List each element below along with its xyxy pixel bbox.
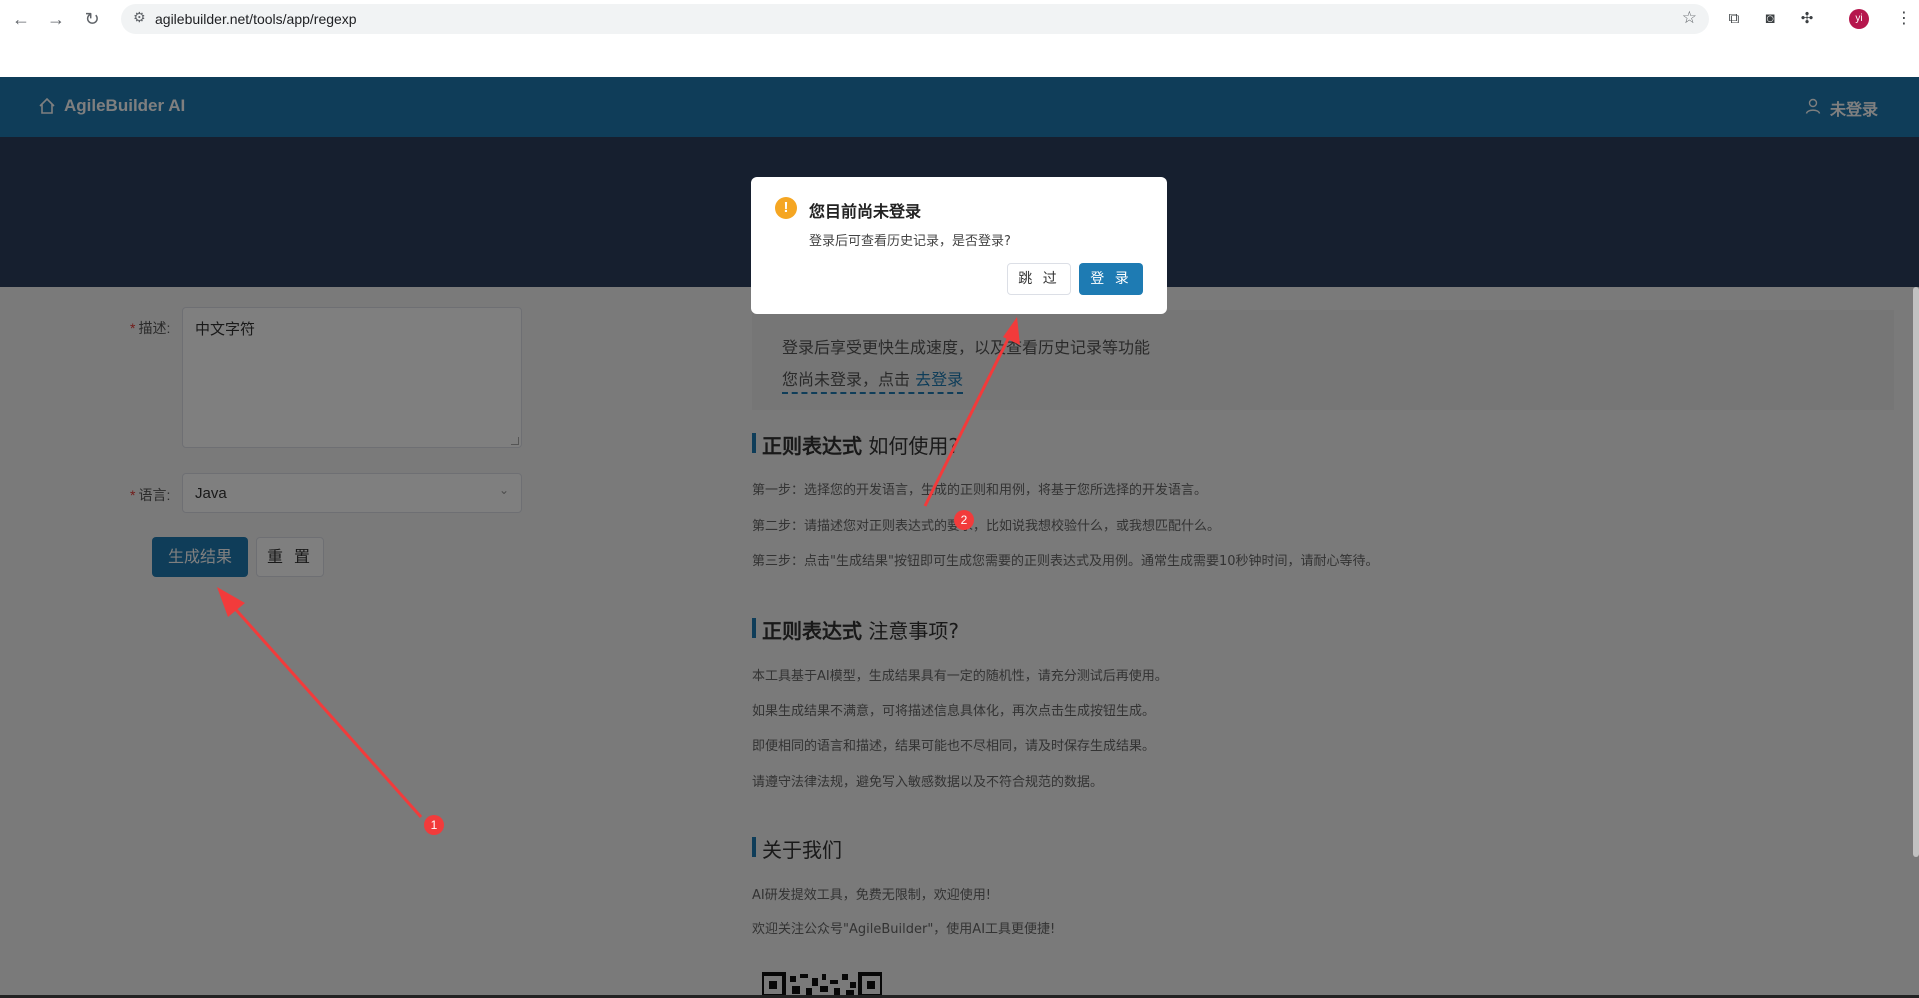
tab-search-icon[interactable]: ⧉ <box>1724 9 1744 29</box>
bookmark-star-icon[interactable]: ☆ <box>1682 8 1697 28</box>
page-top-spacer <box>0 38 1919 77</box>
login-button[interactable]: 登 录 <box>1079 263 1143 295</box>
scrollbar[interactable] <box>1913 287 1919 857</box>
forward-icon[interactable]: → <box>45 8 67 30</box>
site-info-icon[interactable]: ⚙ <box>133 9 146 26</box>
address-bar[interactable]: ⚙ agilebuilder.net/tools/app/regexp ☆ <box>121 4 1709 34</box>
reload-icon[interactable]: ↻ <box>81 8 103 30</box>
warning-icon: ! <box>775 197 797 219</box>
login-confirm-dialog: ! 您目前尚未登录 登录后可查看历史记录，是否登录? 跳 过 登 录 <box>751 177 1167 314</box>
dialog-message: 登录后可查看历史记录，是否登录? <box>809 234 1011 249</box>
annotation-badge-2: 2 <box>954 510 974 530</box>
url-text: agilebuilder.net/tools/app/regexp <box>155 11 357 27</box>
extensions-icon[interactable]: ✣ <box>1797 9 1817 29</box>
skip-button[interactable]: 跳 过 <box>1007 263 1071 295</box>
incognito-icon[interactable]: ◙ <box>1760 9 1780 29</box>
browser-toolbar: ← → ↻ ⚙ agilebuilder.net/tools/app/regex… <box>0 0 1919 38</box>
dialog-title: 您目前尚未登录 <box>809 202 922 221</box>
profile-avatar[interactable]: yi <box>1849 9 1869 29</box>
back-icon[interactable]: ← <box>10 8 32 30</box>
annotation-badge-1: 1 <box>424 815 444 835</box>
chrome-menu-icon[interactable]: ⋮ <box>1896 8 1912 28</box>
